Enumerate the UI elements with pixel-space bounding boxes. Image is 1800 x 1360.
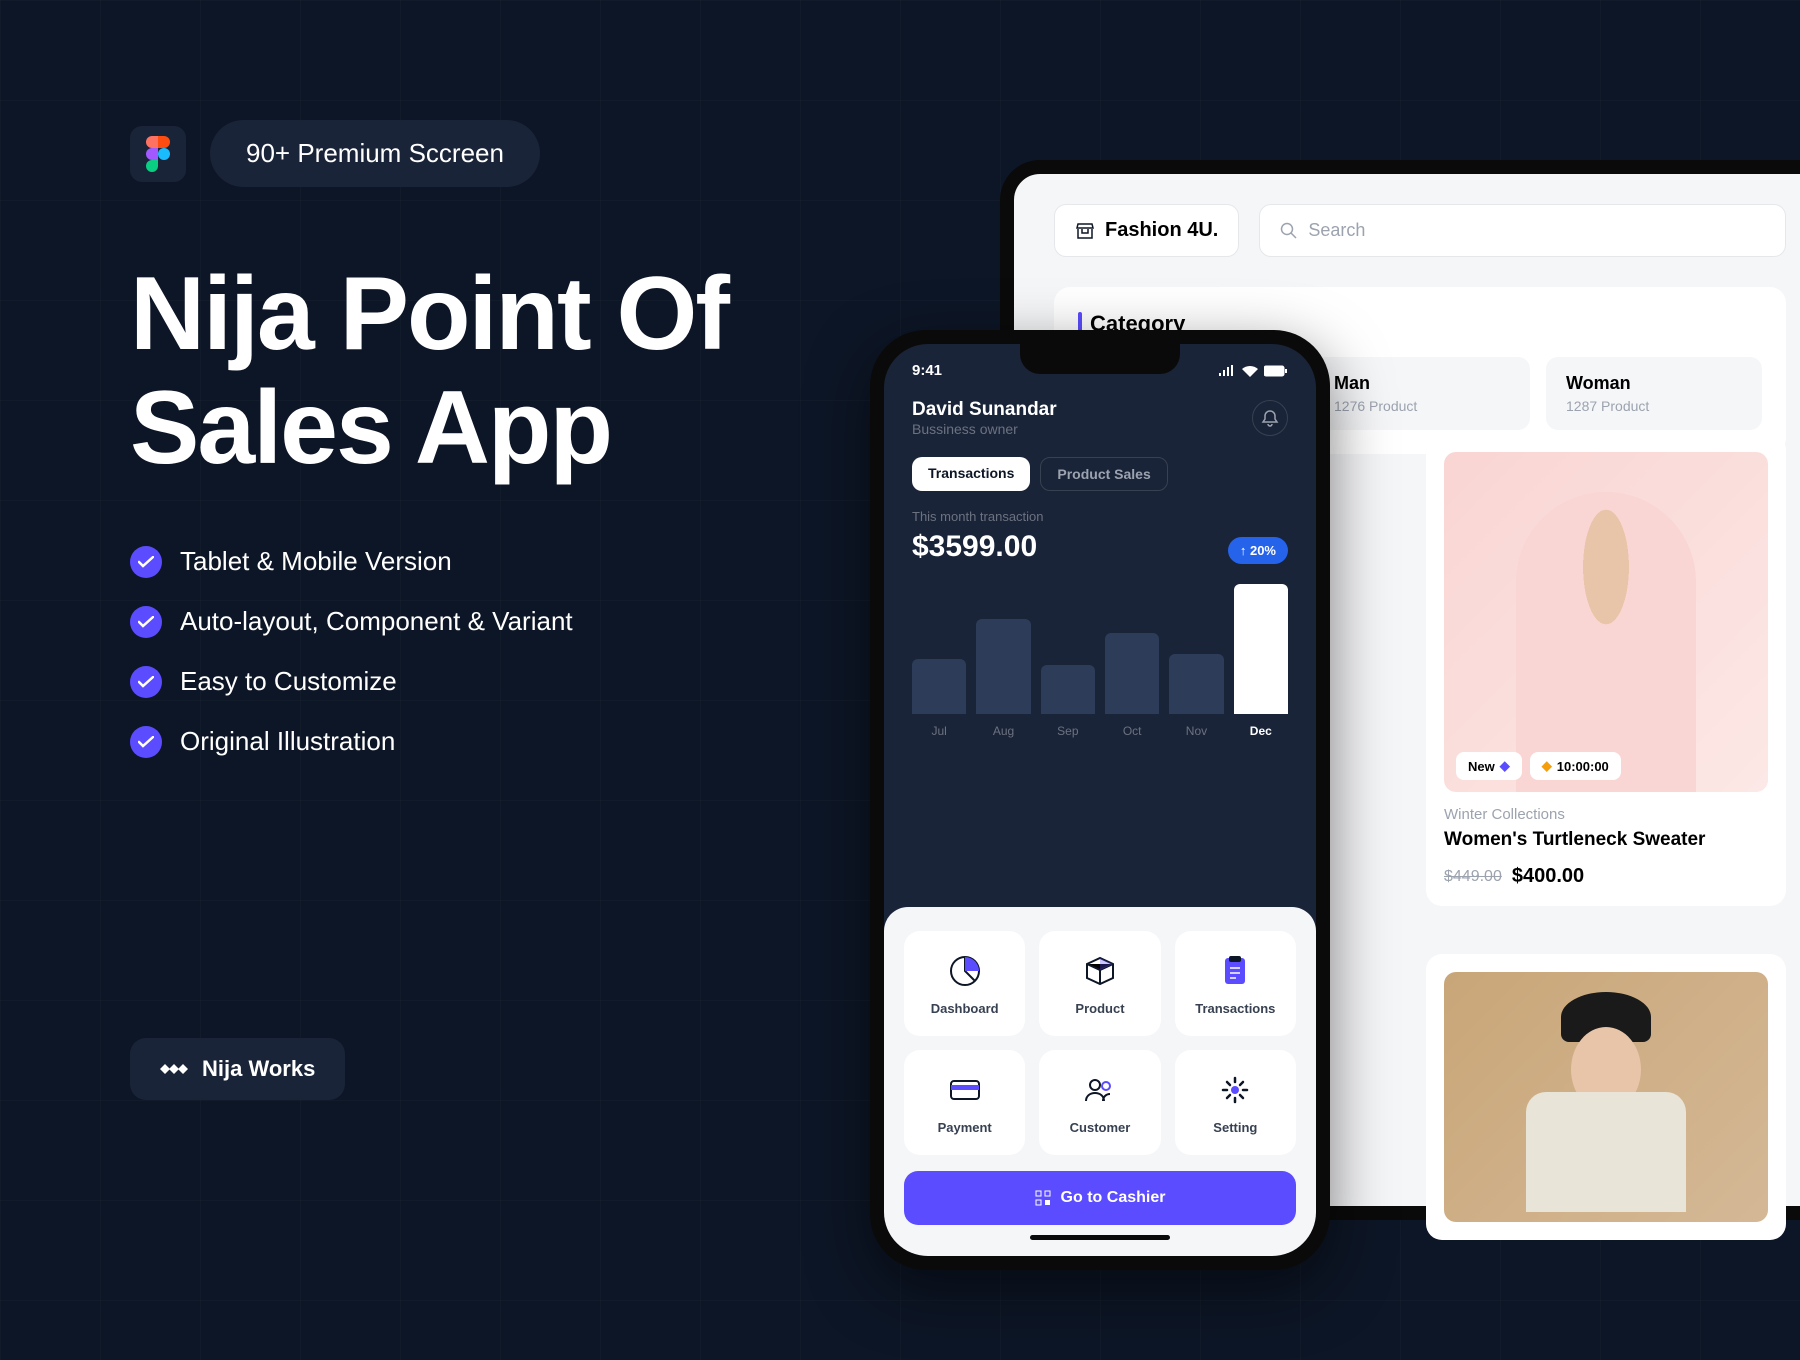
product-image: [1444, 972, 1768, 1222]
chart-bar-active: [1234, 584, 1288, 714]
chart-bar: [912, 659, 966, 714]
category-name: Man: [1334, 373, 1510, 394]
category-card-man[interactable]: Man 1276 Product: [1314, 357, 1530, 430]
user-info: David Sunandar Bussiness owner: [912, 399, 1057, 437]
chart-bar: [1169, 654, 1223, 714]
menu-panel: Dashboard Product Transactions Payment C…: [884, 907, 1316, 1256]
search-placeholder: Search: [1308, 220, 1365, 241]
product-image: New ◆ ◆ 10:00:00: [1444, 452, 1768, 792]
stat-change-badge: ↑ 20%: [1228, 537, 1288, 564]
user-name: David Sunandar: [912, 399, 1057, 421]
menu-product[interactable]: Product: [1039, 931, 1160, 1036]
chart-label: Sep: [1041, 724, 1095, 738]
menu-label: Product: [1049, 1001, 1150, 1016]
tab-transactions[interactable]: Transactions: [912, 457, 1030, 491]
feature-label: Tablet & Mobile Version: [180, 546, 452, 577]
premium-badge: 90+ Premium Sccreen: [210, 120, 540, 187]
notification-button[interactable]: [1252, 400, 1288, 436]
cashier-label: Go to Cashier: [1061, 1189, 1166, 1207]
transaction-chart: [884, 584, 1316, 714]
stat-block: This month transaction $3599.00: [912, 509, 1044, 564]
category-name: Woman: [1566, 373, 1742, 394]
product-card[interactable]: New ◆ ◆ 10:00:00 Winter Collections Wome…: [1426, 434, 1786, 906]
status-time: 9:41: [912, 362, 942, 379]
chart-label: Jul: [912, 724, 966, 738]
figma-icon: [130, 126, 186, 182]
gear-icon: [1215, 1070, 1255, 1110]
menu-customer[interactable]: Customer: [1039, 1050, 1160, 1155]
qr-icon: [1035, 1190, 1051, 1206]
category-card-woman[interactable]: Woman 1287 Product: [1546, 357, 1762, 430]
chart-bar: [1105, 633, 1159, 714]
menu-label: Transactions: [1185, 1001, 1286, 1016]
user-role: Bussiness owner: [912, 421, 1057, 437]
menu-label: Customer: [1049, 1120, 1150, 1135]
chart-label: Aug: [976, 724, 1030, 738]
menu-transactions[interactable]: Transactions: [1175, 931, 1296, 1036]
check-icon: [130, 726, 162, 758]
chart-bar: [1041, 665, 1095, 714]
chart-label: Nov: [1169, 724, 1223, 738]
product-category: Winter Collections: [1444, 806, 1768, 823]
phone-notch: [1020, 344, 1180, 374]
menu-setting[interactable]: Setting: [1175, 1050, 1296, 1155]
time-badge: ◆ 10:00:00: [1530, 752, 1621, 780]
feature-label: Original Illustration: [180, 726, 395, 757]
tab-product-sales[interactable]: Product Sales: [1040, 457, 1167, 491]
menu-label: Setting: [1185, 1120, 1286, 1135]
new-badge: New ◆: [1456, 752, 1522, 780]
price-old: $449.00: [1444, 868, 1502, 886]
users-icon: [1080, 1070, 1120, 1110]
card-icon: [945, 1070, 985, 1110]
store-name: Fashion 4U.: [1105, 219, 1218, 242]
check-icon: [130, 546, 162, 578]
chart-label: Oct: [1105, 724, 1159, 738]
chart-label: Dec: [1234, 724, 1288, 738]
menu-dashboard[interactable]: Dashboard: [904, 931, 1025, 1036]
clipboard-icon: [1215, 951, 1255, 991]
store-icon: [1075, 221, 1095, 241]
store-selector[interactable]: Fashion 4U.: [1054, 204, 1239, 257]
status-icons: [1218, 362, 1288, 379]
stat-label: This month transaction: [912, 509, 1044, 524]
chart-bar: [976, 619, 1030, 714]
check-icon: [130, 606, 162, 638]
cashier-button[interactable]: Go to Cashier: [904, 1171, 1296, 1225]
search-input[interactable]: Search: [1259, 204, 1786, 257]
menu-label: Payment: [914, 1120, 1015, 1135]
search-icon: [1280, 222, 1298, 240]
title-line-2: Sales App: [130, 370, 611, 486]
home-indicator: [1030, 1235, 1170, 1240]
product-card[interactable]: [1426, 954, 1786, 1240]
menu-label: Dashboard: [914, 1001, 1015, 1016]
check-icon: [130, 666, 162, 698]
brand-icon: [160, 1059, 188, 1079]
brand-text: Nija Works: [202, 1056, 315, 1082]
menu-payment[interactable]: Payment: [904, 1050, 1025, 1155]
title-line-1: Nija Point Of: [130, 256, 728, 372]
pie-icon: [945, 951, 985, 991]
feature-label: Easy to Customize: [180, 666, 397, 697]
product-name: Women's Turtleneck Sweater: [1444, 829, 1768, 851]
stat-value: $3599.00: [912, 530, 1044, 564]
category-count: 1287 Product: [1566, 398, 1742, 414]
brand-badge: Nija Works: [130, 1038, 345, 1100]
bell-icon: [1261, 409, 1279, 427]
category-count: 1276 Product: [1334, 398, 1510, 414]
price-new: $400.00: [1512, 865, 1584, 888]
phone-mockup: 9:41 David Sunandar Bussiness owner Tran…: [870, 330, 1330, 1270]
box-icon: [1080, 951, 1120, 991]
feature-label: Auto-layout, Component & Variant: [180, 606, 573, 637]
